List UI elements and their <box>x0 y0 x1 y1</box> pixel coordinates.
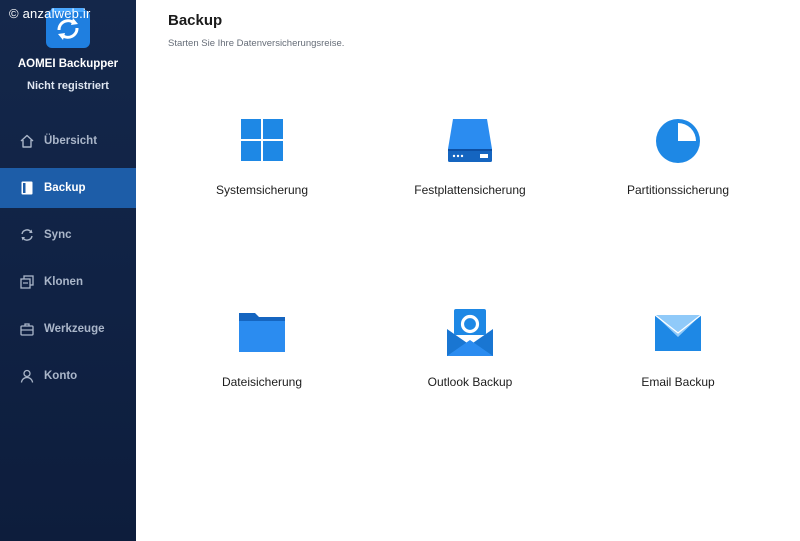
tile-label: Systemsicherung <box>215 183 309 197</box>
sidebar-item-werkzeuge[interactable]: Werkzeuge <box>0 309 136 349</box>
tile-outlook-backup[interactable]: Outlook Backup <box>375 309 565 409</box>
watermark: © anzalweb.ir <box>9 6 91 21</box>
page-title: Backup <box>168 12 223 29</box>
sidebar-item-konto[interactable]: Konto <box>0 356 136 396</box>
tile-email-backup[interactable]: Email Backup <box>583 309 773 409</box>
sidebar-item-label: Backup <box>44 182 86 194</box>
home-icon <box>19 133 35 149</box>
tile-partitionssicherung[interactable]: Partitionssicherung <box>583 117 773 217</box>
registration-status: Nicht registriert <box>27 80 109 92</box>
sidebar-item-backup[interactable]: Backup <box>0 168 136 208</box>
clone-icon <box>19 274 35 290</box>
sidebar-item-klonen[interactable]: Klonen <box>0 262 136 302</box>
main-content: Backup Starten Sie Ihre Datenversicherun… <box>136 0 800 541</box>
sidebar-item-sync[interactable]: Sync <box>0 215 136 255</box>
sync-icon <box>19 227 35 243</box>
toolbox-icon <box>19 321 35 337</box>
sidebar-item-label: Konto <box>44 370 78 382</box>
tile-festplattensicherung[interactable]: Festplattensicherung <box>375 117 565 217</box>
tile-label: Outlook Backup <box>427 375 513 389</box>
tile-systemsicherung[interactable]: Systemsicherung <box>167 117 357 217</box>
partition-pie-icon <box>656 119 700 163</box>
sidebar: © anzalweb.ir AOMEI Backupper Nicht regi… <box>0 0 136 541</box>
tile-label: Dateisicherung <box>221 375 303 389</box>
sidebar-item-label: Übersicht <box>44 135 98 147</box>
tile-label: Email Backup <box>641 375 715 389</box>
folder-icon <box>239 313 285 352</box>
sidebar-nav: Übersicht Backup Sync Klonen Werkzeuge K… <box>0 121 136 403</box>
sidebar-item-label: Werkzeuge <box>44 323 105 335</box>
outlook-icon <box>447 309 493 356</box>
tile-dateisicherung[interactable]: Dateisicherung <box>167 309 357 409</box>
page-subtitle: Starten Sie Ihre Datenversicherungsreise… <box>168 38 345 49</box>
user-icon <box>19 368 35 384</box>
windows-icon <box>241 119 283 161</box>
tile-label: Festplattensicherung <box>414 183 526 197</box>
sidebar-item-label: Sync <box>44 229 72 241</box>
tile-label: Partitionssicherung <box>626 183 730 197</box>
backup-icon <box>19 180 35 196</box>
app-name: AOMEI Backupper <box>17 58 119 70</box>
sidebar-item-label: Klonen <box>44 276 83 288</box>
sidebar-item-uebersicht[interactable]: Übersicht <box>0 121 136 161</box>
hard-disk-icon <box>448 119 492 162</box>
app-window: © anzalweb.ir AOMEI Backupper Nicht regi… <box>0 0 800 541</box>
envelope-icon <box>654 314 702 351</box>
